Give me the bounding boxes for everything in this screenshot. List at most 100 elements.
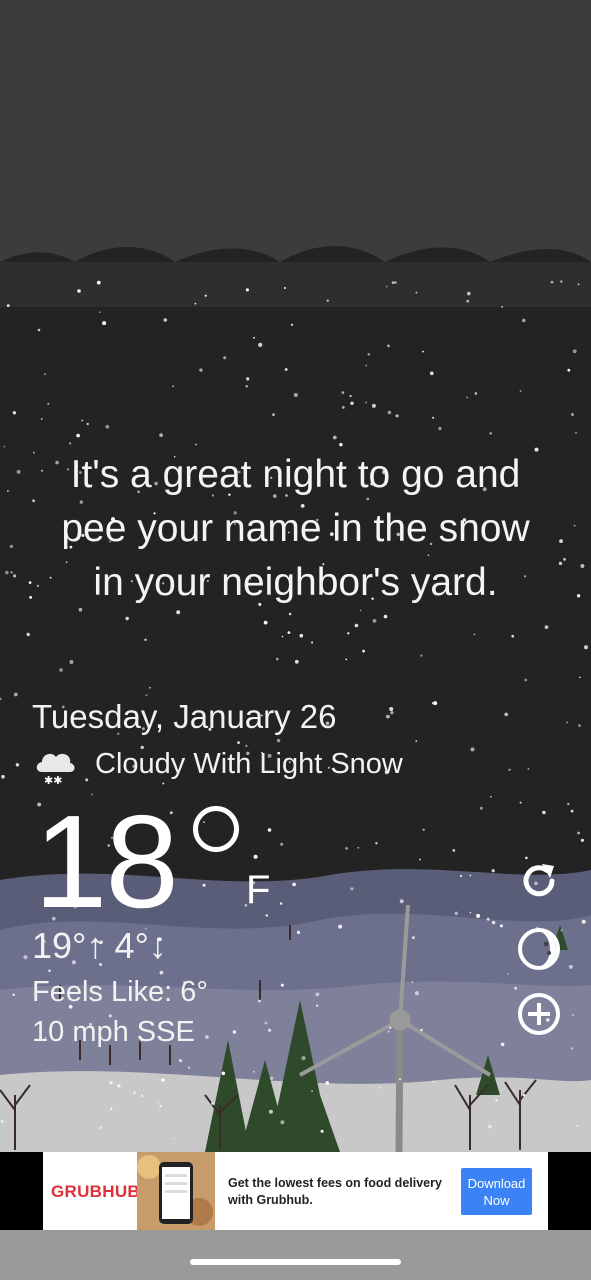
moon-phase-icon[interactable] — [516, 926, 562, 972]
snowflake — [13, 692, 18, 697]
snowflake — [577, 831, 580, 835]
snowflake — [279, 902, 283, 905]
snowflake — [575, 431, 577, 434]
snowflake — [489, 432, 492, 435]
snowflake — [5, 570, 9, 575]
snowflake — [349, 394, 352, 398]
snowflake — [77, 289, 81, 293]
snowflake — [469, 911, 472, 914]
snowflake — [10, 571, 13, 574]
snowflake — [576, 1124, 579, 1128]
snowflake — [566, 721, 568, 724]
ad-description: Get the lowest fees on food delivery wit… — [228, 1176, 442, 1207]
snowflake — [13, 574, 17, 578]
snowflake — [68, 442, 72, 445]
ad-download-button[interactable]: Download Now — [461, 1168, 532, 1215]
snowflake — [292, 882, 296, 887]
snowflake — [86, 422, 89, 426]
snowflake — [522, 318, 526, 323]
snowflake — [204, 294, 207, 297]
snowflake — [507, 972, 509, 975]
snowflake — [281, 635, 284, 638]
snowflake — [194, 302, 197, 305]
snowflake — [501, 306, 504, 308]
snowflake — [290, 323, 294, 326]
snowflake — [144, 638, 147, 641]
snowflake — [470, 747, 475, 752]
snowflake — [12, 993, 15, 996]
snowflake — [173, 1138, 175, 1140]
snowflake — [245, 744, 248, 748]
snowflake — [311, 1090, 313, 1092]
snowflake — [542, 810, 546, 815]
snowflake — [0, 1119, 4, 1124]
add-location-icon[interactable] — [516, 991, 562, 1037]
feels-like: Feels Like: 6° — [32, 976, 209, 1008]
snowflake — [280, 983, 284, 987]
snowflake — [245, 288, 249, 292]
degree-symbol — [193, 806, 239, 852]
snowflake — [148, 686, 151, 689]
snowflake — [432, 416, 435, 419]
home-indicator[interactable] — [190, 1259, 401, 1265]
snowflake — [81, 419, 84, 422]
snowflake — [320, 1129, 324, 1133]
snowflake — [390, 711, 394, 715]
snowflake — [23, 955, 28, 960]
snowflake — [6, 304, 10, 307]
snowflake — [469, 874, 472, 877]
current-temperature: 18 — [34, 788, 179, 935]
weather-quip-line: pee your name in the snow — [61, 507, 530, 550]
ad-image — [137, 1152, 215, 1230]
snowflake — [567, 368, 571, 372]
ad-banner[interactable]: GRUBHUB Get the lowest fees on food deli… — [43, 1152, 548, 1230]
snowflake — [117, 1084, 121, 1088]
snowflake — [379, 1086, 382, 1089]
snowflake — [296, 930, 301, 935]
snowflake — [432, 1080, 435, 1083]
snowflake — [365, 401, 367, 404]
snowflake — [223, 356, 227, 360]
snowflake — [301, 1056, 306, 1061]
snowflake — [386, 285, 388, 288]
snowflake — [579, 676, 581, 679]
snowflake — [102, 321, 107, 326]
snowflake — [419, 858, 421, 861]
snowflake — [6, 490, 9, 492]
snowflake — [375, 842, 378, 845]
snowflake — [422, 350, 424, 353]
snowflake — [527, 767, 530, 770]
refresh-icon[interactable] — [516, 858, 562, 904]
snowflake — [422, 828, 425, 831]
weather-condition: Cloudy With Light Snow — [95, 748, 403, 780]
snowflake — [519, 390, 522, 392]
snowflake — [125, 616, 129, 621]
snowflake — [581, 919, 586, 924]
snowflake — [252, 1070, 255, 1073]
snowflake — [76, 433, 80, 438]
snowflake — [156, 1101, 159, 1104]
snowflake — [345, 658, 348, 661]
snowflake — [389, 707, 394, 711]
snowflake — [571, 413, 574, 416]
snowflake — [258, 999, 261, 1003]
snowflake — [37, 328, 41, 332]
snowflake — [288, 612, 292, 616]
snowflake — [488, 1124, 492, 1129]
snowflake — [357, 846, 360, 849]
snowflake — [96, 280, 101, 285]
snowflake — [1, 774, 5, 779]
snowflake — [522, 1094, 526, 1097]
snowflake — [544, 625, 549, 629]
snowflake — [187, 1066, 191, 1069]
snowflake — [500, 1042, 505, 1047]
snowflake — [420, 1028, 423, 1032]
snowflake — [354, 623, 359, 628]
snowflake — [98, 311, 101, 314]
snowflake — [280, 1120, 285, 1125]
snowflake — [499, 924, 503, 928]
snowflake — [387, 344, 390, 348]
snowflake — [387, 410, 392, 415]
svg-text:✱✱: ✱✱ — [44, 774, 62, 787]
snowflake — [341, 406, 345, 409]
